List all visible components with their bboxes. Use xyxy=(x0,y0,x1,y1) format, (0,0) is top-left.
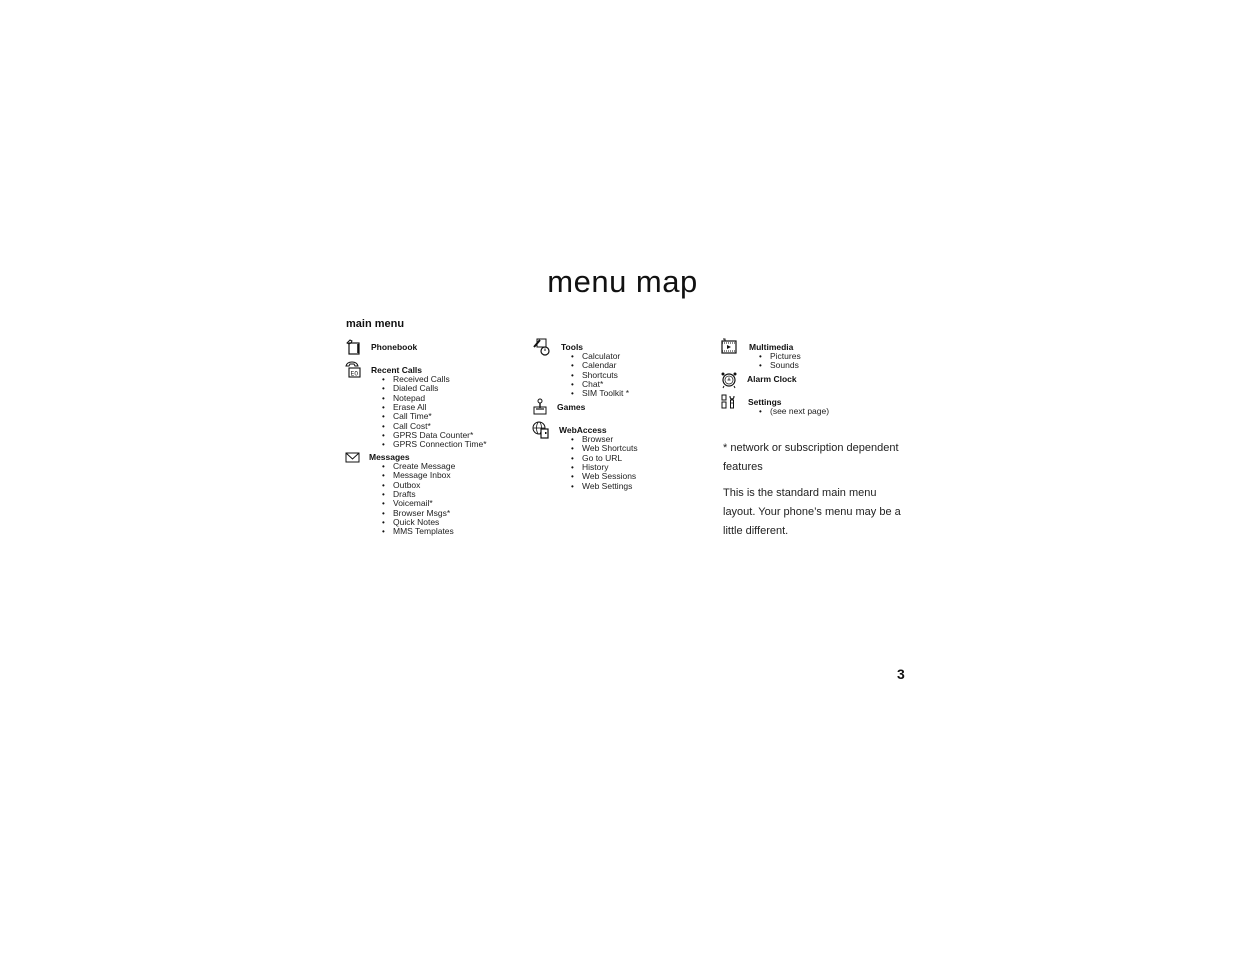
menu-label: Games xyxy=(557,402,586,412)
submenu-item[interactable]: MMS Templates xyxy=(382,527,533,538)
settings-icon xyxy=(720,394,738,412)
submenu-item[interactable]: SIM Toolkit * xyxy=(571,389,722,400)
section-heading: main menu xyxy=(346,318,405,330)
submenu-list: (see next page) xyxy=(759,406,910,417)
submenu-item[interactable]: (see next page) xyxy=(759,406,910,417)
recent-calls-icon: E0 xyxy=(344,361,362,379)
messages-icon xyxy=(344,450,362,468)
submenu-list: Received Calls Dialed Calls Notepad Eras… xyxy=(382,374,533,451)
menu-description: This is the standard main menu layout. Y… xyxy=(723,487,901,537)
alarm-clock-icon xyxy=(720,371,738,389)
webaccess-icon xyxy=(532,421,550,439)
submenu-list: Calculator Calendar Shortcuts Chat* SIM … xyxy=(571,351,722,400)
menu-label: Tools xyxy=(561,342,584,352)
multimedia-icon xyxy=(720,338,738,356)
footnote: * network or subscription dependent feat… xyxy=(723,442,899,473)
svg-text:E0: E0 xyxy=(351,371,359,378)
menu-label: Alarm Clock xyxy=(747,374,797,384)
page-number: 3 xyxy=(897,666,905,682)
tools-icon xyxy=(532,338,550,356)
games-icon xyxy=(532,398,550,416)
submenu-list: Pictures Sounds xyxy=(759,351,910,371)
menu-label: Phonebook xyxy=(371,342,418,352)
page-title: menu map xyxy=(547,264,698,299)
submenu-item[interactable]: Shortcuts xyxy=(571,370,722,381)
submenu-item[interactable]: Sounds xyxy=(759,360,910,371)
submenu-list: Browser Web Shortcuts Go to URL History … xyxy=(571,434,722,492)
submenu-item[interactable]: GPRS Connection Time* xyxy=(382,440,533,451)
phonebook-icon xyxy=(344,338,362,356)
submenu-list: Create Message Message Inbox Outbox Draf… xyxy=(382,461,533,538)
submenu-item[interactable]: Web Settings xyxy=(571,481,722,492)
